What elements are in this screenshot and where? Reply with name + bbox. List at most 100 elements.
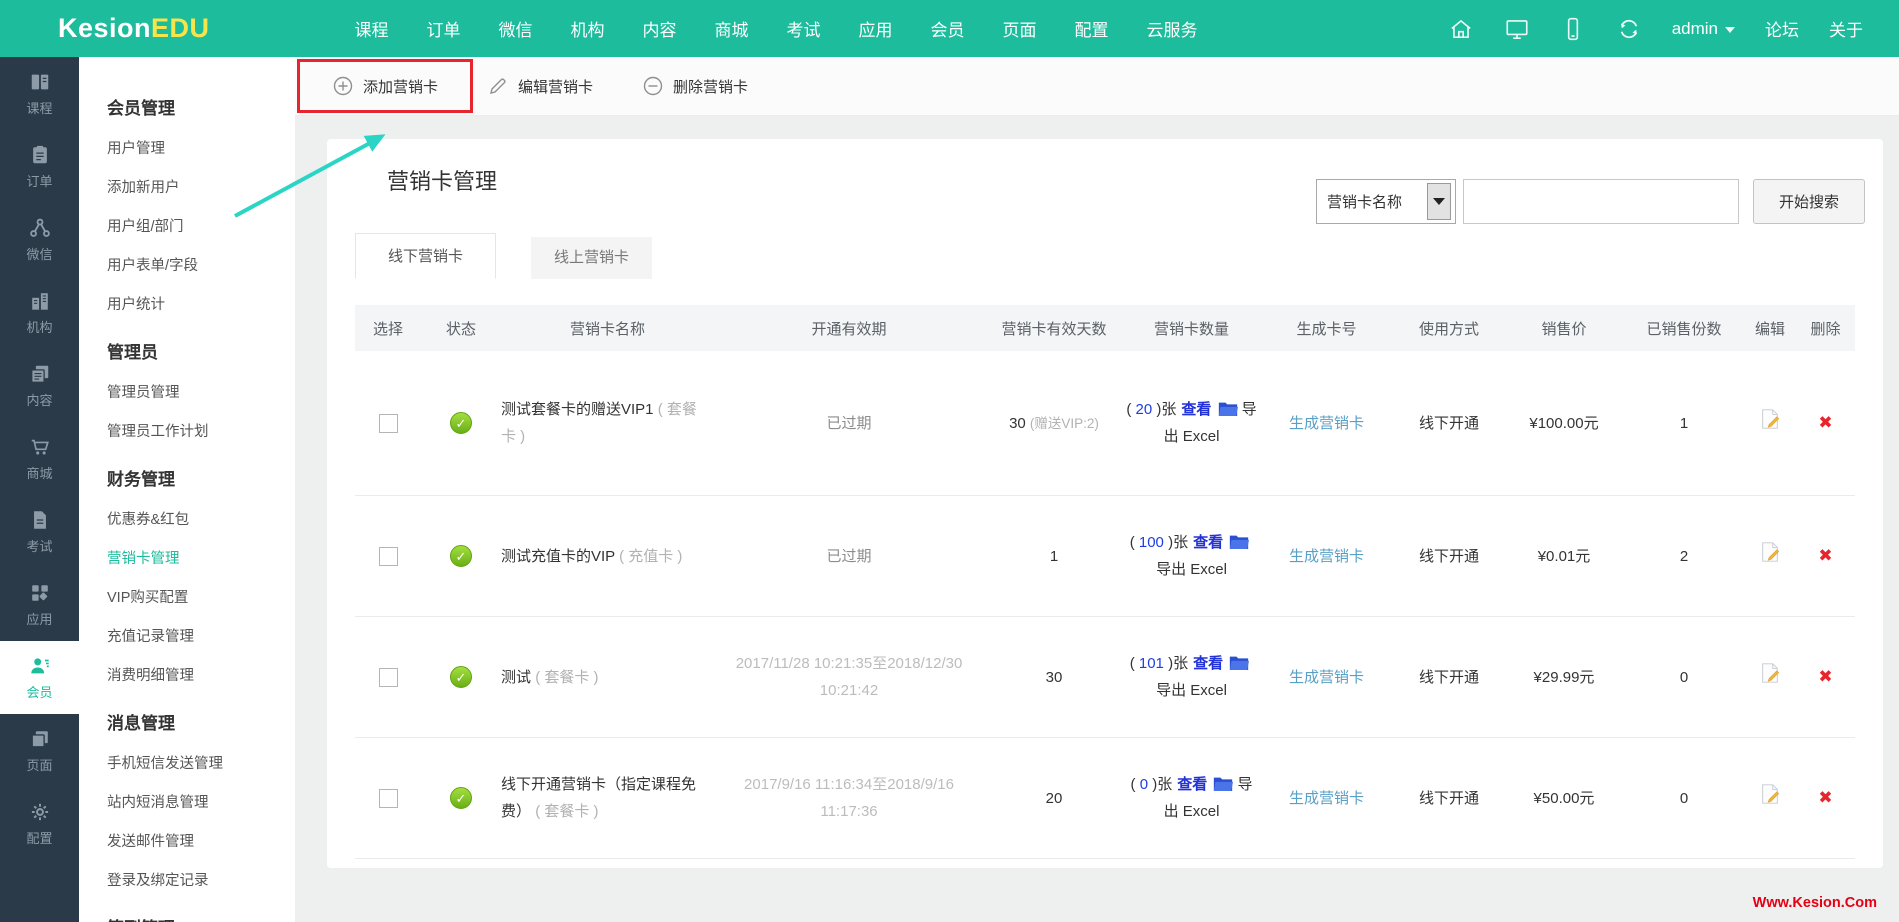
row-checkbox[interactable] [378, 414, 398, 434]
sidebar-item-marketing-cards[interactable]: 营销卡管理 [79, 538, 295, 577]
user-menu[interactable]: admin [1672, 19, 1735, 39]
export-label[interactable]: 导出 Excel [1164, 401, 1257, 445]
nav-menu-item[interactable]: 微信 [499, 16, 533, 41]
section-member-mgmt: 会员管理 [107, 99, 175, 118]
mobile-icon[interactable] [1560, 16, 1586, 42]
nav-menu-item[interactable]: 课程 [355, 16, 389, 41]
filter-select[interactable]: 营销卡名称 [1315, 179, 1456, 224]
column-header: 销售价 [1541, 320, 1587, 338]
about-link[interactable]: 关于 [1829, 16, 1863, 41]
member-icon [30, 657, 49, 673]
view-link[interactable]: 查看 [1193, 534, 1223, 551]
chevron-down-icon [1725, 26, 1735, 33]
nav-menu-item[interactable]: 内容 [643, 16, 677, 41]
export-label[interactable]: 导出 Excel [1156, 682, 1227, 699]
delete-icon[interactable] [1818, 788, 1832, 807]
rail-item-shop[interactable]: 商城 [0, 422, 79, 495]
edit-icon[interactable] [1759, 408, 1781, 430]
circle-minus-icon [643, 76, 663, 96]
view-link[interactable]: 查看 [1193, 655, 1223, 672]
sub-sidebar: 会员管理 用户管理 添加新用户 用户组/部门 用户表单/字段 用户统计 管理员 … [79, 57, 295, 922]
rail-item-exam[interactable]: 考试 [0, 495, 79, 568]
row-checkbox[interactable] [378, 547, 398, 567]
rail-item-members[interactable]: 会员 [0, 641, 79, 714]
export-folder-icon[interactable] [1229, 533, 1250, 550]
rail-item-org[interactable]: 机构 [0, 276, 79, 349]
marketing-card-panel: 营销卡管理 营销卡名称 开始搜索 线下营销卡 线上营销卡 选择 状态 营销卡名称 开通… [327, 139, 1883, 868]
nav-menu-item[interactable]: 页面 [1003, 16, 1037, 41]
monitor-icon[interactable] [1504, 16, 1530, 42]
building-icon [31, 292, 48, 310]
rail-item-content[interactable]: 内容 [0, 349, 79, 422]
generate-card-link[interactable]: 生成营销卡 [1289, 790, 1364, 807]
edit-card-button[interactable]: 编辑营销卡 [488, 76, 593, 97]
sidebar-item-user-mgmt[interactable]: 用户管理 [79, 128, 295, 167]
export-folder-icon[interactable] [1229, 654, 1250, 671]
sidebar-item-admin-plan[interactable]: 管理员工作计划 [79, 411, 295, 450]
price: ¥0.01元 [1537, 547, 1591, 565]
rail-item-pages[interactable]: 页面 [0, 714, 79, 787]
section-checkin: 签到管理 [79, 899, 295, 922]
view-link[interactable]: 查看 [1181, 401, 1211, 418]
icon-rail: 课程 订单 微信 机构 内容 商城 考试 应用 会员 页面 配置 [0, 57, 79, 922]
sidebar-item-coupons[interactable]: 优惠券&红包 [79, 499, 295, 538]
section-messages: 消息管理 [107, 714, 175, 733]
generate-card-link[interactable]: 生成营销卡 [1289, 548, 1364, 565]
refresh-icon[interactable] [1616, 16, 1642, 42]
rail-item-courses[interactable]: 课程 [0, 57, 79, 130]
quantity-number: 101 [1138, 655, 1164, 672]
nav-menu-item[interactable]: 会员 [931, 16, 965, 41]
sidebar-item-user-forms[interactable]: 用户表单/字段 [79, 245, 295, 284]
home-icon[interactable] [1448, 16, 1474, 42]
delete-card-button[interactable]: 删除营销卡 [643, 76, 748, 97]
delete-icon[interactable] [1818, 413, 1832, 432]
sidebar-item-site-messages[interactable]: 站内短消息管理 [79, 782, 295, 821]
status-active-icon [450, 412, 472, 435]
rail-item-config[interactable]: 配置 [0, 787, 79, 860]
generate-card-link[interactable]: 生成营销卡 [1289, 669, 1364, 686]
nav-menu-item[interactable]: 配置 [1075, 16, 1109, 41]
tab-online-cards[interactable]: 线上营销卡 [531, 237, 653, 279]
column-header: 已销售份数 [1646, 320, 1722, 338]
delete-icon[interactable] [1818, 546, 1832, 565]
sidebar-item-user-groups[interactable]: 用户组/部门 [79, 206, 295, 245]
edit-icon[interactable] [1759, 662, 1781, 684]
rail-item-apps[interactable]: 应用 [0, 568, 79, 641]
rail-item-orders[interactable]: 订单 [0, 130, 79, 203]
sidebar-item-admin-mgmt[interactable]: 管理员管理 [79, 372, 295, 411]
row-checkbox[interactable] [378, 668, 398, 688]
export-folder-icon[interactable] [1218, 400, 1238, 417]
search-button[interactable]: 开始搜索 [1752, 179, 1865, 224]
column-header: 选择 [372, 320, 403, 338]
sidebar-item-email[interactable]: 发送邮件管理 [79, 821, 295, 860]
rail-item-wechat[interactable]: 微信 [0, 203, 79, 276]
documents-icon [30, 365, 48, 383]
sidebar-item-vip-config[interactable]: VIP购买配置 [79, 577, 295, 616]
nav-menu-item[interactable]: 云服务 [1147, 16, 1198, 41]
sidebar-item-recharge-records[interactable]: 充值记录管理 [79, 616, 295, 655]
export-folder-icon[interactable] [1213, 775, 1234, 792]
generate-card-link[interactable]: 生成营销卡 [1289, 415, 1364, 432]
nav-menu-item[interactable]: 商城 [715, 16, 749, 41]
view-link[interactable]: 查看 [1177, 776, 1207, 793]
edit-icon[interactable] [1759, 783, 1781, 805]
nav-menu-item[interactable]: 订单 [427, 16, 461, 41]
sidebar-item-add-user[interactable]: 添加新用户 [79, 167, 295, 206]
sidebar-item-login-records[interactable]: 登录及绑定记录 [79, 860, 295, 899]
nav-menu-item[interactable]: 应用 [859, 16, 893, 41]
search-bar: 营销卡名称 开始搜索 [1315, 179, 1865, 224]
row-checkbox[interactable] [378, 789, 398, 809]
search-input[interactable] [1462, 179, 1739, 224]
nav-menu-item[interactable]: 考试 [787, 16, 821, 41]
delete-icon[interactable] [1818, 667, 1832, 686]
edit-icon[interactable] [1759, 541, 1781, 563]
sidebar-item-user-stats[interactable]: 用户统计 [79, 284, 295, 323]
site-watermark: Www.Kesion.Com [1752, 895, 1877, 911]
export-label[interactable]: 导出 Excel [1156, 561, 1227, 578]
sidebar-item-sms[interactable]: 手机短信发送管理 [79, 743, 295, 782]
forum-link[interactable]: 论坛 [1765, 16, 1799, 41]
quantity-number: 20 [1135, 401, 1153, 418]
tab-offline-cards[interactable]: 线下营销卡 [355, 233, 497, 279]
sidebar-item-consumption[interactable]: 消费明细管理 [79, 655, 295, 694]
nav-menu-item[interactable]: 机构 [571, 16, 605, 41]
